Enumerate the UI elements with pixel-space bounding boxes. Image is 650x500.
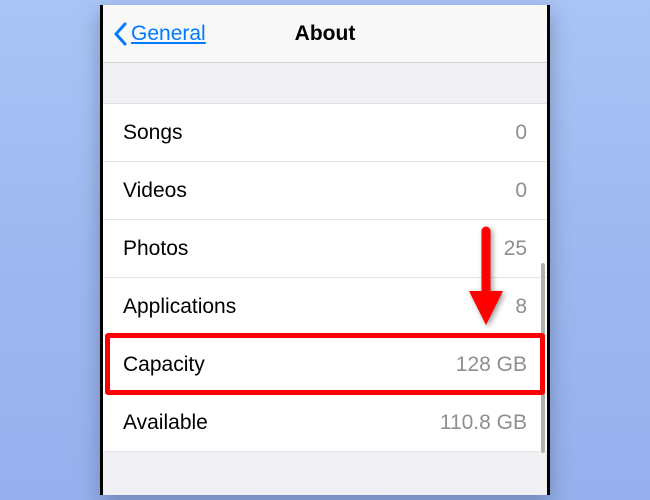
row-label: Capacity <box>123 353 205 377</box>
row-value: 128 GB <box>456 353 527 377</box>
row-capacity[interactable]: Capacity 128 GB <box>103 336 547 394</box>
row-label: Songs <box>123 121 183 145</box>
phone-frame: General About Songs 0 Videos 0 Photos 25… <box>100 5 550 495</box>
row-label: Photos <box>123 237 188 261</box>
chevron-left-icon <box>113 22 127 46</box>
row-label: Applications <box>123 295 236 319</box>
row-available[interactable]: Available 110.8 GB <box>103 394 547 452</box>
page-title: About <box>295 22 356 46</box>
about-list: Songs 0 Videos 0 Photos 25 Applications … <box>103 103 547 452</box>
row-value: 0 <box>515 121 527 145</box>
row-photos[interactable]: Photos 25 <box>103 220 547 278</box>
back-button[interactable]: General <box>113 22 206 46</box>
scrollbar[interactable] <box>541 263 545 453</box>
row-label: Videos <box>123 179 187 203</box>
content-area: Songs 0 Videos 0 Photos 25 Applications … <box>103 63 547 495</box>
row-value: 25 <box>504 237 527 261</box>
row-songs[interactable]: Songs 0 <box>103 104 547 162</box>
navbar: General About <box>103 5 547 63</box>
row-value: 110.8 GB <box>440 411 527 435</box>
back-label: General <box>131 22 206 46</box>
row-value: 0 <box>515 179 527 203</box>
row-videos[interactable]: Videos 0 <box>103 162 547 220</box>
row-applications[interactable]: Applications 8 <box>103 278 547 336</box>
row-value: 8 <box>515 295 527 319</box>
row-label: Available <box>123 411 208 435</box>
